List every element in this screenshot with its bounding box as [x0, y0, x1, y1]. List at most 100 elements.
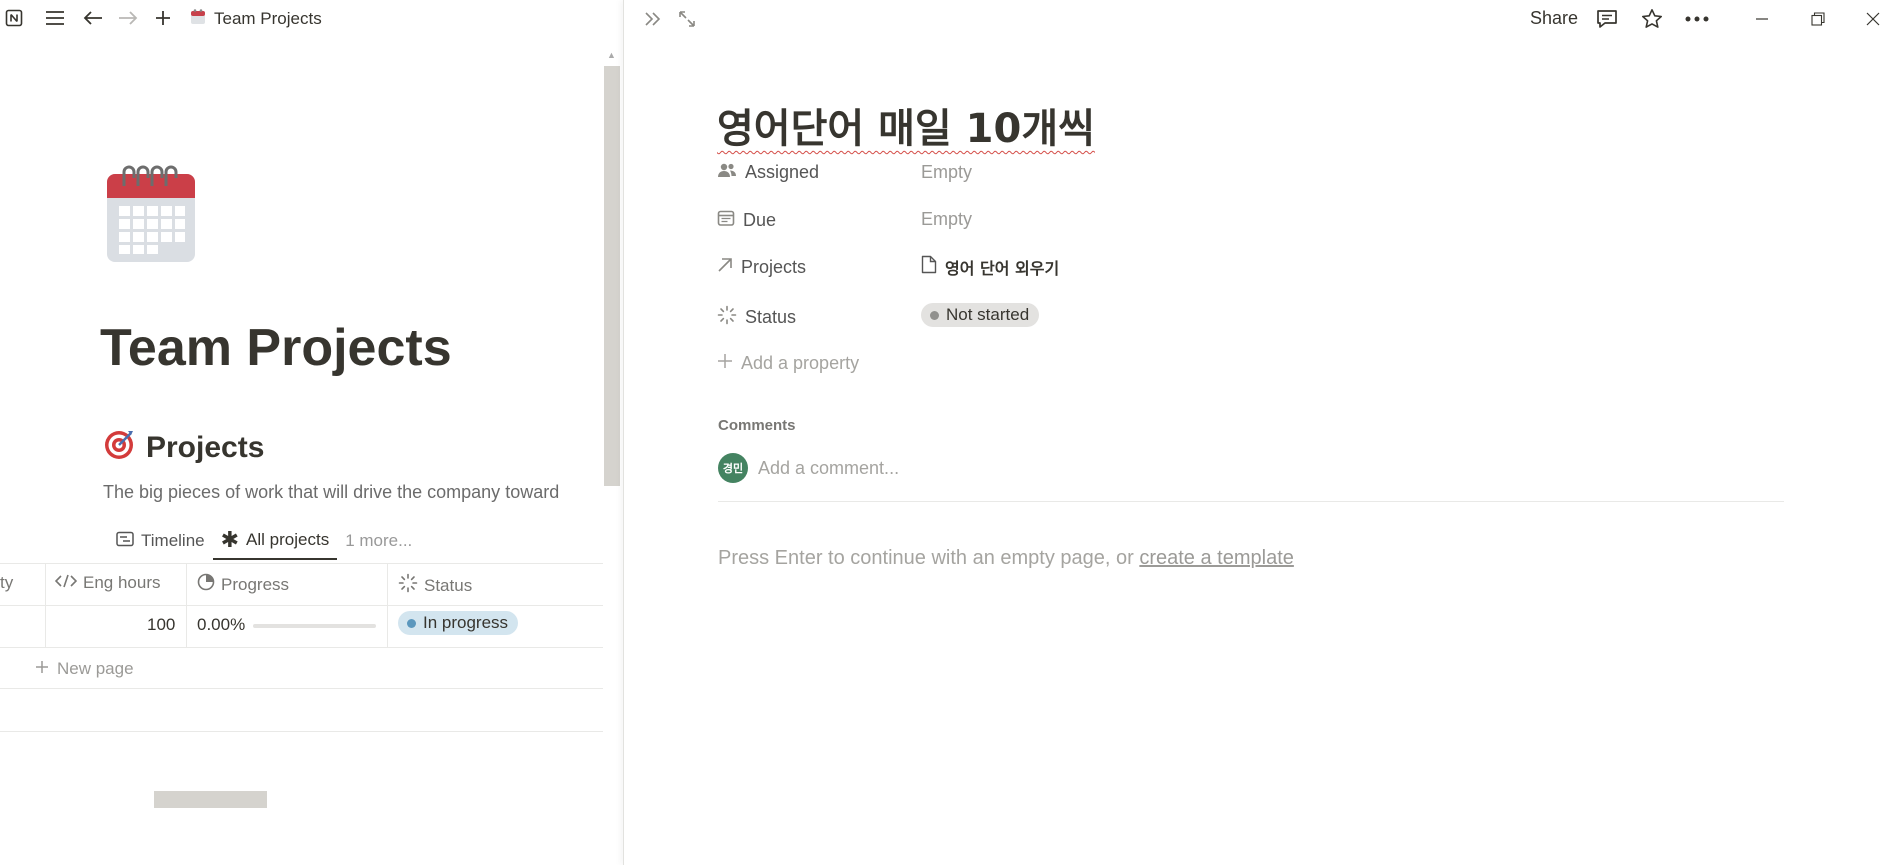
calendar-icon	[190, 8, 206, 30]
comment-icon[interactable]	[1594, 6, 1620, 32]
plus-icon	[717, 353, 733, 374]
peek-page-title[interactable]: 영어단어 매일 10개씩	[717, 96, 1095, 154]
sidebar-menu-icon[interactable]	[43, 6, 67, 30]
relation-arrow-icon	[717, 257, 733, 278]
column-header-status[interactable]: Status	[398, 573, 472, 598]
new-page-plus-icon[interactable]	[151, 6, 175, 30]
tab-timeline-label: Timeline	[141, 531, 205, 550]
related-page-link: 영어 단어 외우기	[945, 259, 1060, 278]
column-header-label: Eng hours	[83, 573, 161, 592]
column-header-priority[interactable]: ty	[0, 573, 13, 593]
tab-more[interactable]: 1 more...	[337, 522, 420, 560]
table-top-border	[0, 563, 603, 564]
target-icon	[104, 428, 136, 468]
property-label: Status	[745, 307, 797, 327]
add-property-label: Add a property	[741, 353, 860, 373]
property-value[interactable]: 영어 단어 외우기	[921, 255, 1059, 279]
database-title[interactable]: Projects	[104, 428, 264, 468]
new-page-row[interactable]: New page	[35, 659, 134, 679]
comment-input[interactable]: Add a comment...	[758, 458, 899, 479]
calendar-date-icon	[717, 209, 735, 232]
expand-icon[interactable]	[674, 6, 700, 32]
status-icon	[398, 573, 418, 598]
spiral-calendar-icon[interactable]	[107, 164, 195, 262]
table-new-row-border	[0, 688, 603, 689]
status-dot	[930, 310, 939, 320]
empty-page-hint-text: Press Enter to continue with an empty pa…	[718, 547, 1134, 569]
restore-window-icon[interactable]	[1805, 6, 1831, 32]
property-name: Assigned	[717, 162, 819, 183]
peek-top-bar: Share	[624, 0, 1890, 36]
tab-more-label: 1 more...	[345, 531, 413, 550]
new-page-label: New page	[57, 659, 134, 678]
close-peek-chevrons-icon[interactable]	[640, 6, 666, 32]
tab-timeline[interactable]: Timeline	[108, 522, 213, 560]
more-options-icon[interactable]	[1684, 6, 1710, 32]
forward-arrow-icon[interactable]	[116, 6, 140, 30]
property-name: Status	[717, 305, 796, 330]
column-divider	[45, 563, 46, 647]
status-badge-label: Not started	[946, 305, 1030, 324]
asterisk-icon: ✱	[220, 527, 240, 552]
breadcrumb[interactable]: Team Projects	[190, 8, 322, 30]
property-name: Projects	[717, 257, 806, 278]
tab-all-projects-label: All projects	[246, 530, 330, 549]
favorite-star-icon[interactable]	[1639, 6, 1665, 32]
column-header-eng-hours[interactable]: Eng hours	[54, 573, 161, 593]
property-label: Projects	[741, 257, 807, 277]
code-icon	[54, 573, 78, 593]
divider	[718, 501, 1784, 502]
status-badge-label: In progress	[423, 613, 509, 632]
minimize-window-icon[interactable]	[1749, 6, 1775, 32]
cell-eng-hours[interactable]: 100	[147, 615, 175, 635]
close-window-icon[interactable]	[1860, 6, 1886, 32]
empty-page-hint: Press Enter to continue with an empty pa…	[718, 547, 1294, 570]
top-bar: Team Projects	[0, 0, 623, 36]
property-value[interactable]: Not started	[921, 303, 1040, 327]
property-due[interactable]: Due Empty	[717, 205, 1517, 237]
notion-logo-icon[interactable]	[2, 6, 26, 30]
property-value[interactable]: Empty	[921, 209, 972, 230]
breadcrumb-title: Team Projects	[214, 9, 322, 28]
add-property: Add a property	[717, 353, 859, 374]
status-dot	[407, 618, 416, 628]
side-peek-panel: Share 영어단어 매일 10개씩 Assigned Empty Due Em…	[623, 0, 1890, 865]
progress-icon	[197, 573, 215, 596]
page-icon	[921, 255, 937, 279]
status-icon	[717, 305, 737, 330]
plus-icon	[35, 659, 49, 679]
status-badge: In progress	[398, 611, 519, 635]
scroll-up-arrow-icon[interactable]: ▲	[607, 50, 616, 60]
page-title[interactable]: Team Projects	[100, 318, 452, 378]
share-button[interactable]: Share	[1530, 8, 1578, 29]
vertical-scrollbar[interactable]	[604, 66, 620, 486]
add-property-button[interactable]: Add a property	[717, 349, 1517, 381]
status-badge: Not started	[921, 303, 1040, 327]
property-assigned[interactable]: Assigned Empty	[717, 158, 1517, 190]
comments-heading: Comments	[718, 417, 796, 434]
back-arrow-icon[interactable]	[81, 6, 105, 30]
table-bottom-border	[0, 731, 603, 732]
property-label: Assigned	[745, 162, 820, 182]
property-value[interactable]: Empty	[921, 162, 972, 183]
property-label: Due	[743, 210, 777, 230]
table-header-border	[0, 605, 603, 606]
tab-all-projects[interactable]: ✱ All projects	[212, 522, 338, 560]
horizontal-scrollbar[interactable]	[154, 791, 267, 808]
database-title-text: Projects	[146, 431, 265, 464]
main-page-pane: Team Projects Team Projects Projects The…	[0, 0, 623, 865]
property-projects[interactable]: Projects 영어 단어 외우기	[717, 253, 1517, 285]
timeline-icon	[116, 531, 134, 552]
cell-progress-value[interactable]: 0.00%	[197, 615, 245, 635]
column-header-label: Status	[424, 575, 473, 595]
property-name: Due	[717, 209, 776, 232]
progress-bar	[253, 624, 376, 628]
column-header-label: ty	[0, 573, 14, 592]
create-template-link[interactable]: create a template	[1139, 547, 1294, 569]
avatar: 경민	[718, 453, 748, 483]
view-tabs: Timeline ✱ All projects 1 more...	[108, 522, 420, 562]
column-header-progress[interactable]: Progress	[197, 573, 289, 596]
column-divider	[186, 563, 187, 647]
property-status[interactable]: Status Not started	[717, 301, 1517, 333]
cell-status[interactable]: In progress	[398, 611, 519, 635]
